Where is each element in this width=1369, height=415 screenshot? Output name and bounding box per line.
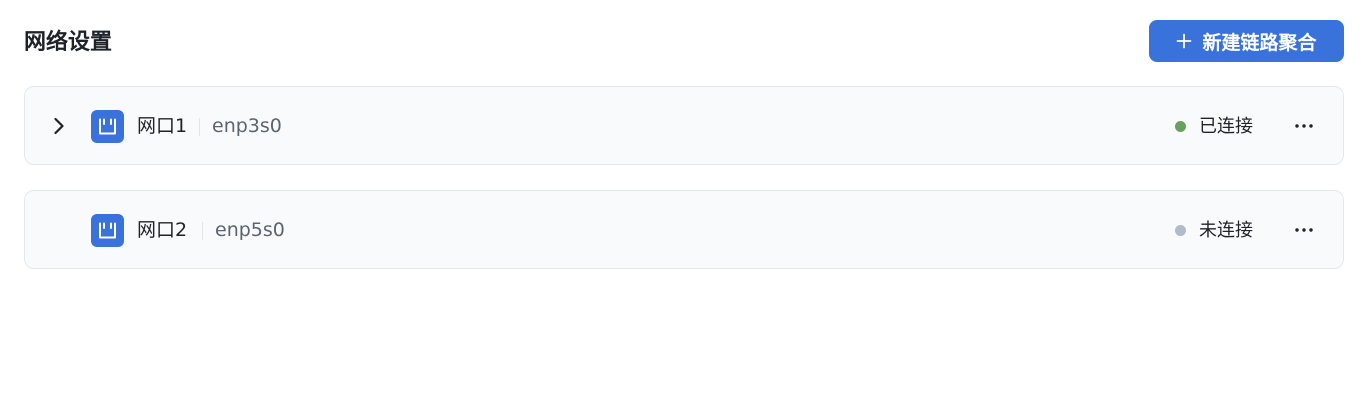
network-port-card[interactable]: 网口2 enp5s0 未连接: [24, 190, 1344, 269]
status-dot-icon: [1175, 121, 1186, 132]
status-text: 已连接: [1199, 116, 1253, 137]
plus-icon: [1176, 33, 1192, 49]
status-text: 未连接: [1199, 220, 1253, 241]
interface-name: enp3s0: [212, 115, 282, 137]
page-title: 网络设置: [24, 30, 113, 55]
more-options-icon[interactable]: [1291, 115, 1317, 137]
divider: [202, 222, 203, 240]
ethernet-port-icon: [91, 110, 124, 143]
expand-chevron-icon[interactable]: [49, 115, 69, 137]
network-port-card[interactable]: 网口1 enp3s0 已连接: [24, 86, 1344, 165]
more-options-icon[interactable]: [1291, 219, 1317, 241]
divider: [199, 118, 200, 136]
ethernet-port-icon: [91, 214, 124, 247]
create-link-aggregation-button[interactable]: 新建链路聚合: [1149, 20, 1344, 62]
page-header: 网络设置 新建链路聚合: [0, 0, 1369, 86]
create-link-aggregation-label: 新建链路聚合: [1202, 31, 1317, 54]
interface-name: enp5s0: [215, 219, 285, 241]
status-dot-icon: [1175, 225, 1186, 236]
port-name: 网口1: [137, 115, 188, 137]
port-name: 网口2: [137, 219, 188, 241]
